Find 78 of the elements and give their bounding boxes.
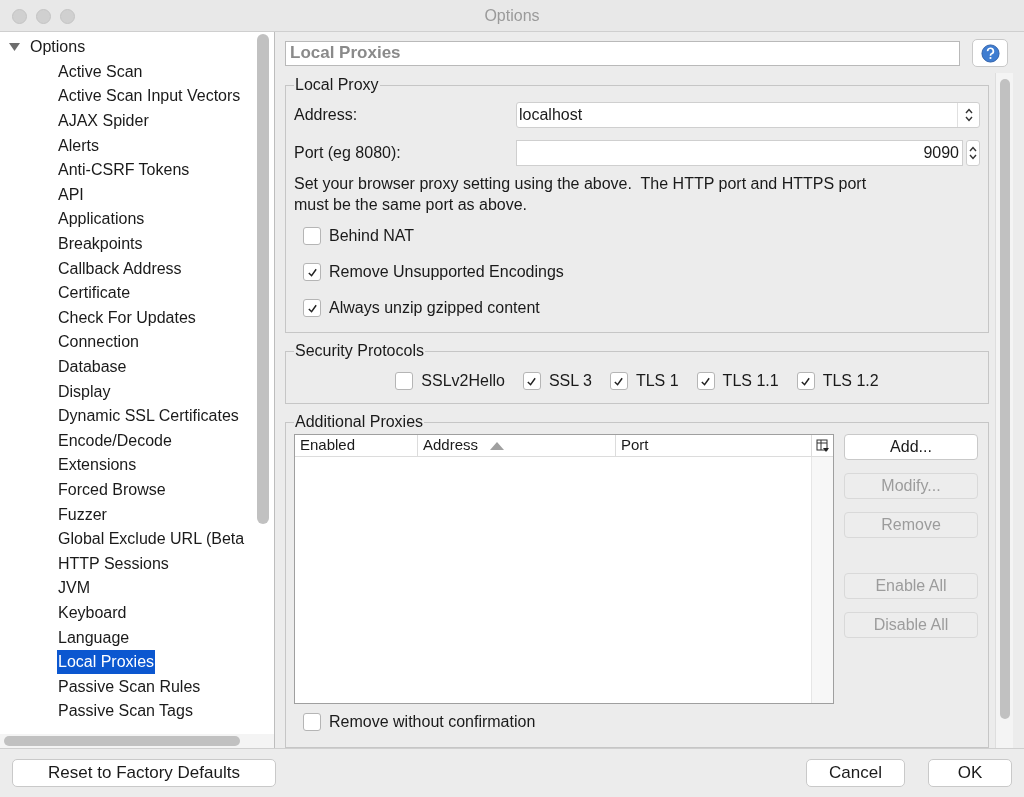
checkbox[interactable] (395, 372, 414, 390)
tree-item[interactable]: Passive Scan Rules (57, 674, 202, 699)
checkbox-label: Always unzip gzipped content (329, 298, 540, 318)
checkbox-label: Remove Unsupported Encodings (329, 262, 564, 282)
check-icon (526, 375, 538, 387)
checkbox[interactable] (303, 227, 321, 245)
checkbox-label: Remove without confirmation (329, 712, 536, 732)
tree-item[interactable]: AJAX Spider (57, 109, 150, 134)
reset-button[interactable]: Reset to Factory Defaults (12, 759, 276, 787)
ok-button[interactable]: OK (928, 759, 1012, 787)
sort-arrow-icon (490, 441, 505, 450)
tree-item[interactable]: Alerts (57, 133, 100, 158)
column-header[interactable]: Address (417, 435, 615, 456)
tree-item[interactable]: Language (57, 625, 131, 650)
check-icon (613, 375, 625, 387)
tree-item[interactable]: Fuzzer (57, 502, 108, 527)
cancel-button[interactable]: Cancel (806, 759, 905, 787)
tree-item[interactable]: Local Proxies (57, 650, 156, 675)
help-text: Set your browser proxy setting using the above. The HTTP port and HTTPS port must be the same port as above. (294, 174, 868, 215)
check-icon (800, 375, 812, 387)
tree-item[interactable]: Passive Scan Tags (57, 699, 194, 724)
checkbox[interactable] (796, 372, 815, 390)
tree-item[interactable]: Anti-CSRF Tokens (57, 158, 191, 183)
check-icon (306, 302, 318, 314)
checkbox-label: SSL 3 (548, 371, 592, 391)
tree-item[interactable]: Certificate (57, 281, 132, 306)
tree-item[interactable]: Extensions (57, 453, 138, 478)
panel-title: Local Proxies (285, 40, 960, 66)
checkbox-label: TLS 1.1 (722, 371, 779, 391)
tree-item[interactable]: Display (57, 379, 112, 404)
port-field[interactable]: 9090 (516, 140, 963, 166)
tree-item[interactable]: Dynamic SSL Certificates (57, 404, 240, 429)
check-icon (306, 266, 318, 278)
scrollbar-thumb[interactable] (257, 34, 269, 524)
tree-item[interactable]: Active Scan (57, 59, 144, 84)
checkbox-label: SSLv2Hello (421, 371, 505, 391)
address-combo-box[interactable]: localhost (516, 102, 980, 128)
checkbox[interactable] (696, 372, 715, 390)
tree-item[interactable]: API (57, 182, 85, 207)
help-icon (980, 43, 1000, 63)
tree-item[interactable]: Check For Updates (57, 305, 197, 330)
checkbox[interactable] (609, 372, 628, 390)
tree-item[interactable]: JVM (57, 576, 91, 601)
column-header[interactable]: Port (615, 435, 811, 456)
tree-item[interactable]: HTTP Sessions (57, 551, 170, 576)
tree-item[interactable]: Keyboard (57, 600, 128, 625)
checkbox[interactable] (303, 263, 321, 281)
group-title: Local Proxy (294, 75, 380, 95)
spinner-icon[interactable] (966, 140, 980, 166)
field-value: localhost (518, 105, 584, 125)
tree-item[interactable]: Connection (57, 330, 140, 355)
window-title: Options (484, 5, 540, 26)
field-label: Port (eg 8080): (294, 143, 402, 163)
tree-item[interactable]: Forced Browse (57, 478, 167, 502)
checkbox[interactable] (303, 299, 321, 317)
checkbox[interactable] (522, 372, 541, 390)
tree-item[interactable]: Applications (57, 207, 146, 232)
checkbox[interactable] (303, 713, 321, 731)
checkbox-label: TLS 1 (635, 371, 679, 391)
column-header[interactable]: Enabled (295, 435, 417, 456)
tree-item[interactable]: Active Scan Input Vectors (57, 84, 242, 109)
tree-item[interactable]: Options (30, 35, 86, 60)
check-icon (700, 375, 712, 387)
action-button[interactable]: Add... (844, 434, 978, 460)
help-button[interactable] (972, 39, 1008, 67)
checkbox-label: Behind NAT (329, 226, 415, 246)
group-title: Security Protocols (294, 341, 425, 361)
checkbox-label: TLS 1.2 (822, 371, 879, 391)
tree-item[interactable]: Callback Address (57, 256, 183, 281)
tree-item[interactable]: Encode/Decode (57, 428, 173, 453)
tree-item[interactable]: Database (57, 355, 128, 379)
field-label: Address: (294, 105, 359, 125)
expand-icon[interactable] (8, 42, 21, 53)
scrollbar-thumb[interactable] (4, 736, 240, 746)
scrollbar-thumb[interactable] (1000, 79, 1010, 719)
tree-item[interactable]: Global Exclude URL (Beta (57, 527, 246, 552)
tree-item[interactable]: Breakpoints (57, 232, 144, 257)
group-title: Additional Proxies (294, 412, 425, 432)
